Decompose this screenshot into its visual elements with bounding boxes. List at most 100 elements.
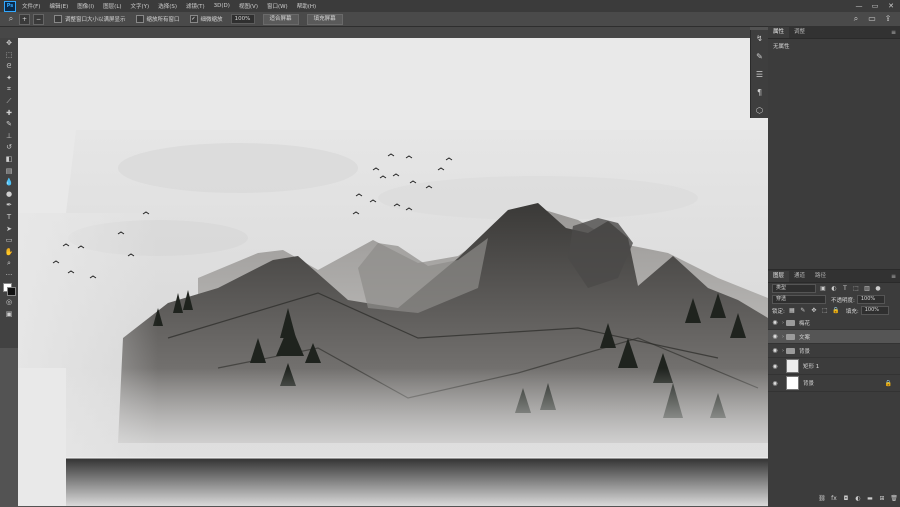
link-layers-icon[interactable]: ⛓ <box>816 495 828 502</box>
lock-artboard-icon[interactable]: ⬚ <box>821 307 829 315</box>
filter-shape-icon[interactable]: ⬚ <box>852 285 860 293</box>
layer-group-copy[interactable]: ◉ › 文案 <box>768 330 900 344</box>
stamp-tool-icon[interactable]: ⊥ <box>0 131 18 143</box>
history-panel-icon[interactable]: ↯ <box>751 30 768 48</box>
new-group-icon[interactable]: ▬ <box>864 495 876 502</box>
add-mask-icon[interactable]: ◘ <box>840 495 852 502</box>
menu-view[interactable]: 视图(V) <box>239 2 258 10</box>
shape-tool-icon[interactable]: ▭ <box>0 235 18 247</box>
layer-background[interactable]: ◉ 背景 🔒 <box>768 375 900 392</box>
crop-tool-icon[interactable]: ⌗ <box>0 84 18 96</box>
adjustments-icon[interactable]: ☰ <box>751 66 768 84</box>
menu-select[interactable]: 选择(S) <box>158 2 177 10</box>
lasso-tool-icon[interactable]: ᘓ <box>0 61 18 73</box>
filter-adjust-icon[interactable]: ◐ <box>830 285 838 293</box>
menu-window[interactable]: 窗口(W) <box>267 2 288 10</box>
zoom-tool-icon[interactable]: ⌕ <box>0 258 18 270</box>
filter-kind-select[interactable]: 类型 <box>772 284 816 293</box>
maximize-button[interactable]: ▭ <box>868 0 882 12</box>
zoom-all-checkbox[interactable] <box>135 15 144 23</box>
menu-file[interactable]: 文件(F) <box>22 2 40 10</box>
adjustment-layer-icon[interactable]: ◐ <box>852 495 864 502</box>
hand-tool-icon[interactable]: ✋ <box>0 247 18 259</box>
more-tools-icon[interactable]: ··· <box>0 270 18 282</box>
tab-properties[interactable]: 属性 <box>768 27 790 38</box>
new-layer-icon[interactable]: ⊞ <box>876 495 888 502</box>
eraser-tool-icon[interactable]: ◧ <box>0 154 18 166</box>
share-icon[interactable]: ⇪ <box>882 12 894 26</box>
layers-menu-icon[interactable]: ≡ <box>891 271 896 282</box>
opacity-field[interactable]: 100% <box>856 295 885 304</box>
paragraph-icon[interactable]: ¶ <box>751 84 768 102</box>
lock-transparent-icon[interactable]: ▦ <box>788 307 796 315</box>
filter-type-icon[interactable]: T <box>841 285 849 293</box>
fill-screen-button[interactable]: 填充屏幕 <box>306 13 343 25</box>
blend-mode-select[interactable]: 穿透 <box>772 295 826 304</box>
menu-layer[interactable]: 图层(L) <box>103 2 121 10</box>
move-tool-icon[interactable]: ✥ <box>0 38 18 50</box>
tab-adjustments[interactable]: 调整 <box>789 27 810 38</box>
screen-mode-icon[interactable]: ▣ <box>0 309 18 321</box>
close-button[interactable]: ✕ <box>884 0 898 12</box>
filter-pixel-icon[interactable]: ▣ <box>819 285 827 293</box>
blur-tool-icon[interactable]: 💧 <box>0 177 18 189</box>
fx-icon[interactable]: fx <box>828 495 840 502</box>
path-select-tool-icon[interactable]: ➤ <box>0 224 18 236</box>
menu-edit[interactable]: 编辑(E) <box>49 2 68 10</box>
fit-screen-button[interactable]: 适合屏幕 <box>262 13 299 25</box>
visibility-eye-icon[interactable]: ◉ <box>770 333 780 340</box>
tab-paths[interactable]: 路径 <box>810 271 831 282</box>
color-swatches[interactable] <box>0 281 18 297</box>
filter-toggle-icon[interactable]: ● <box>874 285 882 293</box>
scrubby-zoom-checkbox[interactable]: ✓ <box>189 15 198 23</box>
lock-position-icon[interactable]: ✥ <box>810 307 818 315</box>
marquee-tool-icon[interactable]: ⬚ <box>0 50 18 62</box>
layer-rectangle[interactable]: ◉ 矩形 1 <box>768 358 900 375</box>
background-color[interactable] <box>7 287 16 297</box>
type-tool-icon[interactable]: T <box>0 212 18 224</box>
document-canvas[interactable] <box>18 38 768 506</box>
search-icon[interactable]: ⌕ <box>850 12 862 26</box>
zoom-out-icon[interactable]: − <box>33 13 44 25</box>
zoom-in-icon[interactable]: + <box>19 13 30 25</box>
eyedropper-tool-icon[interactable]: ⟋ <box>0 96 18 108</box>
menu-image[interactable]: 图像(I) <box>77 2 94 10</box>
menu-type[interactable]: 文字(Y) <box>131 2 150 10</box>
layer-group-plum[interactable]: ◉ › 梅花 <box>768 316 900 330</box>
delete-layer-icon[interactable]: 🗑 <box>888 495 900 502</box>
workspace-icon[interactable]: ▭ <box>866 12 878 26</box>
layer-group-background[interactable]: ◉ › 背景 <box>768 344 900 358</box>
3d-cube-icon[interactable]: ⬡ <box>751 102 768 120</box>
visibility-eye-icon[interactable]: ◉ <box>770 363 780 370</box>
magic-wand-tool-icon[interactable]: ✦ <box>0 73 18 85</box>
tab-channels[interactable]: 通道 <box>789 271 810 282</box>
visibility-eye-icon[interactable]: ◉ <box>770 319 780 326</box>
lock-all-icon[interactable]: 🔒 <box>832 307 840 315</box>
quick-mask-icon[interactable]: ◎ <box>0 297 18 309</box>
healing-tool-icon[interactable]: ✚ <box>0 108 18 120</box>
lock-image-icon[interactable]: ✎ <box>799 307 807 315</box>
properties-body: 无属性 <box>768 39 900 275</box>
menu-help[interactable]: 帮助(H) <box>297 2 316 10</box>
minimize-button[interactable]: — <box>852 0 866 12</box>
dodge-tool-icon[interactable]: ● <box>0 189 18 201</box>
menu-filter[interactable]: 滤镜(T) <box>186 2 205 10</box>
properties-tabs: 属性 调整 ≡ <box>768 26 900 39</box>
zoom-level-field[interactable]: 100% <box>230 14 255 24</box>
visibility-eye-icon[interactable]: ◉ <box>770 347 780 354</box>
filter-smart-icon[interactable]: ▥ <box>863 285 871 293</box>
resize-windows-checkbox[interactable] <box>54 15 62 23</box>
menu-3d[interactable]: 3D(D) <box>214 3 230 9</box>
history-brush-tool-icon[interactable]: ↺ <box>0 142 18 154</box>
visibility-eye-icon[interactable]: ◉ <box>770 380 780 387</box>
tab-layers[interactable]: 图层 <box>768 271 790 282</box>
panel-menu-icon[interactable]: ≡ <box>891 27 896 38</box>
zoom-tool-icon[interactable]: ⌕ <box>6 14 16 24</box>
brush-tool-icon[interactable]: ✎ <box>0 119 18 131</box>
brush-settings-icon[interactable]: ✎ <box>751 48 768 66</box>
fill-label: 填充: <box>845 308 859 315</box>
fill-field[interactable]: 100% <box>860 306 889 315</box>
layer-name: 背景 <box>799 348 811 355</box>
pen-tool-icon[interactable]: ✒ <box>0 200 18 212</box>
gradient-tool-icon[interactable]: ▤ <box>0 166 18 178</box>
